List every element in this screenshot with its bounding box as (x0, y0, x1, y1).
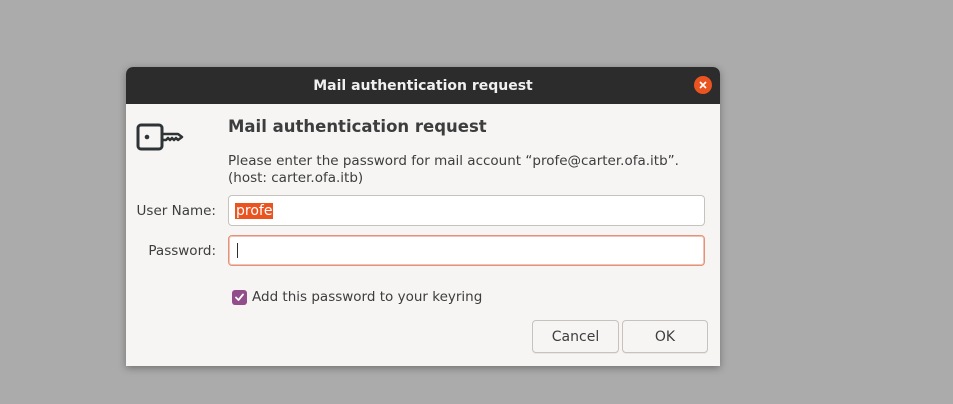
key-icon (136, 123, 184, 151)
username-value: profe (235, 202, 274, 219)
cancel-button-label: Cancel (551, 328, 600, 345)
ok-button-label: OK (654, 328, 676, 345)
check-icon (235, 293, 244, 301)
close-icon (699, 81, 707, 89)
keyring-checkbox-row[interactable]: Add this password to your keyring (232, 289, 482, 305)
dialog-message: Please enter the password for mail accou… (228, 153, 679, 187)
password-field[interactable] (228, 235, 705, 266)
text-caret (237, 243, 238, 258)
window-title: Mail authentication request (313, 77, 533, 94)
auth-dialog: Mail authentication request Mail authent… (126, 67, 720, 366)
password-label: Password: (148, 243, 216, 259)
dialog-titlebar: Mail authentication request (126, 67, 720, 104)
username-field[interactable]: profe (228, 195, 705, 226)
message-line-2: (host: carter.ofa.itb) (228, 170, 364, 186)
keyring-label: Add this password to your keyring (252, 289, 483, 305)
close-button[interactable] (694, 76, 712, 94)
username-label: User Name: (136, 203, 216, 219)
ok-button[interactable]: OK (622, 320, 708, 353)
keyring-checkbox[interactable] (232, 289, 247, 305)
cancel-button[interactable]: Cancel (532, 320, 619, 353)
message-line-1: Please enter the password for mail accou… (228, 153, 679, 169)
dialog-heading: Mail authentication request (228, 117, 487, 136)
